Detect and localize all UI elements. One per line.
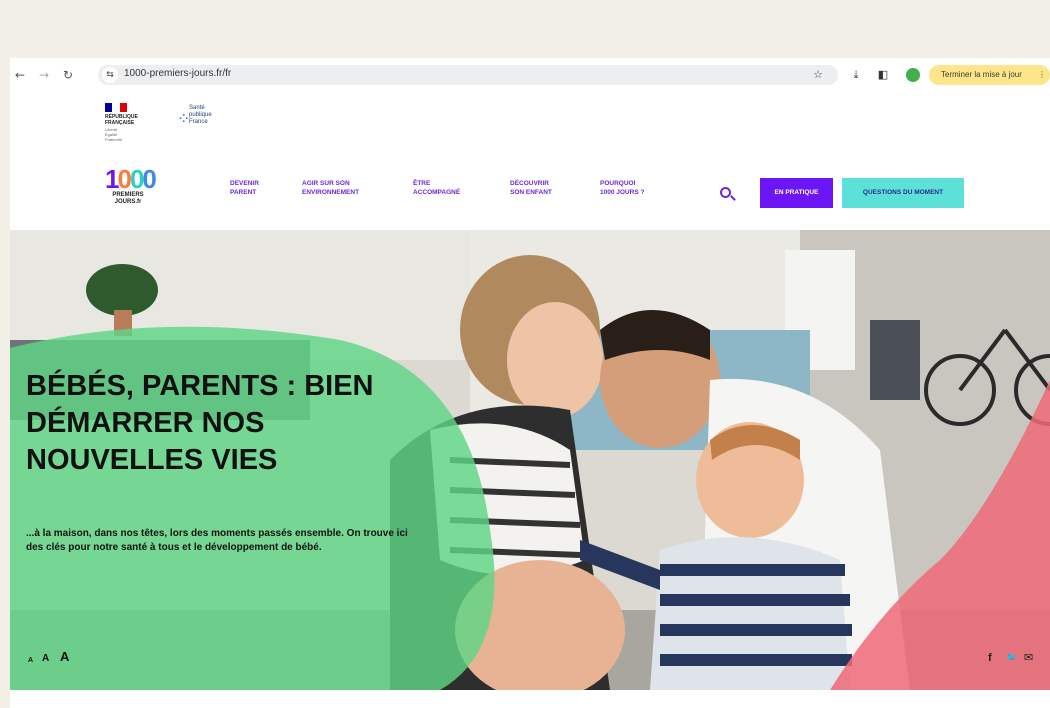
flag-icon xyxy=(105,103,127,112)
address-bar[interactable]: ⇆ 1000-premiers-jours.fr/fr xyxy=(98,65,838,85)
nav-pourquoi-1000-jours[interactable]: POURQUOI 1000 JOURS ? xyxy=(600,179,644,197)
logo-number: 1000 xyxy=(105,164,157,194)
nav-agir-environnement[interactable]: AGIR SUR SON ENVIRONNEMENT xyxy=(302,179,359,197)
nav-decouvrir-enfant[interactable]: DÉCOUVRIR SON ENFANT xyxy=(510,179,552,197)
republique-francaise-logo[interactable]: RÉPUBLIQUE FRANÇAISE Liberté Égalité Fra… xyxy=(105,103,147,143)
mail-icon[interactable]: ✉ xyxy=(1024,651,1033,665)
rf-motto-3: Fraternité xyxy=(105,137,123,142)
rf-name-line2: FRANÇAISE xyxy=(105,120,135,126)
browser-window: ← → ↻ ⇆ 1000-premiers-jours.fr/fr ☆ ⤓ ◧ … xyxy=(10,58,1050,708)
nav-item-line2: ACCOMPAGNÉ xyxy=(413,189,461,196)
nav-item-line1: ÊTRE xyxy=(413,180,431,187)
nav-item-line1: POURQUOI xyxy=(600,180,636,187)
site-info-icon[interactable]: ⇆ xyxy=(102,67,118,83)
nav-item-line1: AGIR SUR SON xyxy=(302,180,350,187)
font-size-small[interactable]: A xyxy=(28,657,33,664)
star-icon[interactable]: ☆ xyxy=(810,67,826,83)
menu-icon[interactable]: ⋮ xyxy=(1038,65,1046,85)
logo-line2: JOURS.fr xyxy=(114,199,142,205)
nav-item-line1: DEVENIR xyxy=(230,180,259,187)
en-pratique-button[interactable]: EN PRATIQUE xyxy=(760,178,833,208)
search-button[interactable] xyxy=(717,185,741,203)
sp-line1: Santé xyxy=(189,105,205,111)
hero-title: BÉBÉS, PARENTS : BIEN DÉMARRER NOS NOUVE… xyxy=(26,370,374,476)
nav-etre-accompagne[interactable]: ÊTRE ACCOMPAGNÉ xyxy=(413,179,460,197)
nav-item-line2: ENVIRONNEMENT xyxy=(302,189,360,196)
hero-banner: BÉBÉS, PARENTS : BIEN DÉMARRER NOS NOUVE… xyxy=(10,230,1050,690)
forward-icon[interactable]: → xyxy=(36,67,52,83)
nav-item-line2: 1000 JOURS ? xyxy=(600,189,645,196)
font-size-large[interactable]: A xyxy=(60,649,69,664)
site-logo[interactable]: 1000 PREMIERS JOURS.fr xyxy=(105,166,165,218)
share-links: f 🐦 ✉ xyxy=(980,651,1040,665)
profile-icon[interactable] xyxy=(906,68,920,82)
update-label: Terminer la mise à jour xyxy=(941,70,1022,79)
nav-item-line2: PARENT xyxy=(230,189,257,196)
download-icon[interactable]: ⤓ xyxy=(848,67,864,83)
sante-publique-france-logo[interactable]: ⁘ Santé publique France xyxy=(177,105,237,139)
side-panel-icon[interactable]: ◧ xyxy=(875,67,891,83)
reload-icon[interactable]: ↻ xyxy=(60,67,76,83)
questions-du-moment-button[interactable]: QUESTIONS DU MOMENT xyxy=(842,178,964,208)
twitter-icon[interactable]: 🐦 xyxy=(1006,651,1017,665)
search-icon-handle xyxy=(730,195,736,201)
nav-item-line2: SON ENFANT xyxy=(510,189,552,196)
url-text[interactable]: 1000-premiers-jours.fr/fr xyxy=(124,68,231,79)
nav-item-line1: DÉCOUVRIR xyxy=(510,180,550,187)
browser-toolbar: ← → ↻ ⇆ 1000-premiers-jours.fr/fr ☆ ⤓ ◧ … xyxy=(10,62,1050,88)
sp-line2: publique xyxy=(189,112,212,118)
back-icon[interactable]: ← xyxy=(12,67,28,83)
hero-text: ...à la maison, dans nos têtes, lors des… xyxy=(26,528,408,553)
sp-logo-text: Santé publique France xyxy=(189,105,212,126)
nav-devenir-parent[interactable]: DEVENIR PARENT xyxy=(230,179,259,197)
sp-line3: France xyxy=(189,119,208,125)
update-button[interactable]: Terminer la mise à jour ⋮ xyxy=(929,65,1050,85)
font-size-medium[interactable]: A xyxy=(42,653,49,664)
facebook-icon[interactable]: f xyxy=(988,651,992,665)
